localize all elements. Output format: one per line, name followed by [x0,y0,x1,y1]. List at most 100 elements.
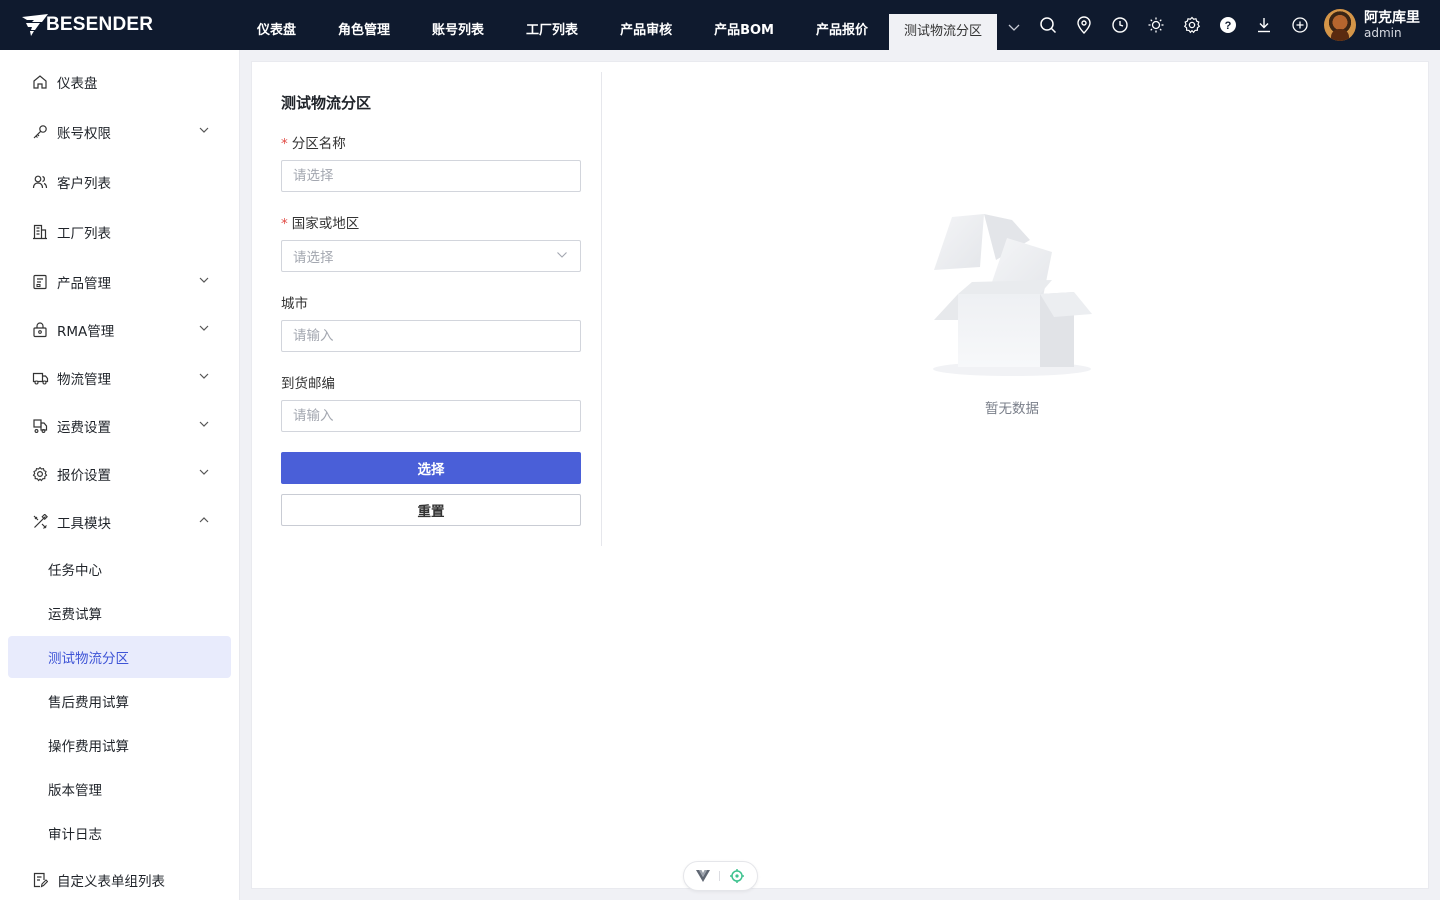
tools-icon [31,513,49,531]
zone-test-form: 测试物流分区 *分区名称 *国家或地区 请选择 城市 到货邮编 选择 重置 [252,72,602,546]
floating-devtools [683,861,758,891]
main-content: 测试物流分区 *分区名称 *国家或地区 请选择 城市 到货邮编 选择 重置 [251,61,1429,889]
brand-logo[interactable]: BESENDER [22,13,153,37]
topnav-product-bom[interactable]: 产品BOM [693,0,795,50]
chevron-down-icon [199,127,209,133]
sidebar-item-customers[interactable]: 客户列表 [0,162,240,202]
freight-icon [31,417,49,435]
svg-text:?: ? [1225,20,1232,32]
zone-name-field[interactable] [281,160,581,192]
sidebar-item-label: 自定义表单组列表 [57,874,165,890]
empty-state: 暂无数据 [932,212,1092,417]
zip-label: 到货邮编 [281,376,335,392]
sidebar-subitem-logistics-zone-test[interactable]: 测试物流分区 [8,636,231,678]
sidebar-item-product-management[interactable]: 产品管理 [0,262,240,302]
topnav-accounts[interactable]: 账号列表 [411,0,505,50]
city-label: 城市 [281,296,308,312]
sun-icon[interactable] [1138,0,1174,50]
help-icon[interactable]: ? [1210,0,1246,50]
gear-icon [31,465,49,483]
sidebar: 仪表盘 账号权限 客户列表 工厂列表 产品管理 RMA管理 物流管理 运费设置 … [0,50,240,900]
empty-box-icon [933,214,1092,376]
sidebar-item-label: 运费设置 [57,420,111,436]
user-menu[interactable]: 阿克库里 admin [1324,9,1420,41]
country-label: * 国家或地区 [281,216,360,232]
add-circle-icon[interactable] [1282,0,1318,50]
user-name: 阿克库里 [1364,9,1420,26]
select-button[interactable]: 选择 [281,452,581,484]
topnav-logistics-zone-test[interactable]: 测试物流分区 [889,14,998,50]
sidebar-item-label: 账号权限 [57,126,111,142]
key-icon [31,123,49,141]
clock-icon[interactable] [1102,0,1138,50]
topnav-roles[interactable]: 角色管理 [317,0,411,50]
country-select-placeholder: 请选择 [293,250,334,266]
home-icon [31,73,49,91]
vue-logo-icon[interactable] [696,870,711,882]
truck-icon [31,369,49,387]
form-icon [31,871,49,889]
location-icon[interactable] [1066,0,1102,50]
sidebar-item-logistics[interactable]: 物流管理 [0,358,240,398]
topnav-factories[interactable]: 工厂列表 [505,0,599,50]
sidebar-item-dashboard[interactable]: 仪表盘 [0,62,240,102]
user-role: admin [1364,25,1402,40]
topnav-product-review[interactable]: 产品审核 [599,0,693,50]
form-title: 测试物流分区 [281,94,372,112]
divider [718,871,720,881]
city-field[interactable] [281,320,581,352]
sidebar-item-label: 工具模块 [57,516,111,532]
settings-icon[interactable] [1174,0,1210,50]
sidebar-item-factories[interactable]: 工厂列表 [0,212,240,252]
logo-mark-icon [22,14,48,36]
sidebar-item-label: RMA管理 [57,324,115,340]
avatar[interactable] [1324,9,1356,41]
sidebar-subitem-freight-calc[interactable]: 运费试算 [8,592,231,634]
sidebar-item-label: 工厂列表 [57,226,111,242]
nav-more-chevron-icon[interactable] [997,3,1031,53]
sidebar-subitem-version-management[interactable]: 版本管理 [8,768,231,810]
required-mark: * [281,136,288,152]
sidebar-item-label: 仪表盘 [57,76,98,92]
topnav-product-quote[interactable]: 产品报价 [795,0,889,50]
chevron-down-icon [199,373,209,379]
sidebar-item-tools[interactable]: 工具模块 [0,502,240,542]
country-select[interactable]: 请选择 [281,240,581,272]
sidebar-subitem-after-sales-calc[interactable]: 售后费用试算 [8,680,231,722]
building-icon [31,223,49,241]
sidebar-item-label: 产品管理 [57,276,111,292]
reset-button[interactable]: 重置 [281,494,581,526]
sidebar-item-custom-forms[interactable]: 自定义表单组列表 [0,860,240,900]
sidebar-item-label: 物流管理 [57,372,111,388]
product-icon [31,273,49,291]
chevron-down-icon [557,252,567,258]
sidebar-item-quote-settings[interactable]: 报价设置 [0,454,240,494]
download-icon[interactable] [1246,0,1282,50]
sidebar-item-freight-settings[interactable]: 运费设置 [0,406,240,446]
sidebar-item-label: 客户列表 [57,176,111,192]
chevron-down-icon [199,469,209,475]
brand-name: BESENDER [46,14,154,35]
lock-box-icon [31,321,49,339]
sidebar-item-label: 报价设置 [57,468,111,484]
target-icon[interactable] [729,868,745,884]
users-icon [31,173,49,191]
required-mark: * [281,216,288,232]
zip-field[interactable] [281,400,581,432]
empty-text: 暂无数据 [985,401,1039,417]
topnav-dashboard[interactable]: 仪表盘 [236,0,317,50]
search-icon[interactable] [1030,0,1066,50]
chevron-down-icon [199,277,209,283]
sidebar-subitem-operation-cost-calc[interactable]: 操作费用试算 [8,724,231,766]
chevron-down-icon [199,325,209,331]
chevron-up-icon [199,517,209,523]
toolbar: ? [1030,0,1318,50]
sidebar-subitem-audit-log[interactable]: 审计日志 [8,812,231,854]
sidebar-subitem-task-center[interactable]: 任务中心 [8,548,231,590]
chevron-down-icon [199,421,209,427]
zone-name-label: * 分区名称 [281,136,346,152]
sidebar-item-rma[interactable]: RMA管理 [0,310,240,350]
sidebar-item-account-permissions[interactable]: 账号权限 [0,112,240,152]
top-navbar: BESENDER 仪表盘 角色管理 账号列表 工厂列表 产品审核 产品BOM 产… [0,0,1440,50]
top-nav: 仪表盘 角色管理 账号列表 工厂列表 产品审核 产品BOM 产品报价 测试物流分… [236,0,1031,50]
